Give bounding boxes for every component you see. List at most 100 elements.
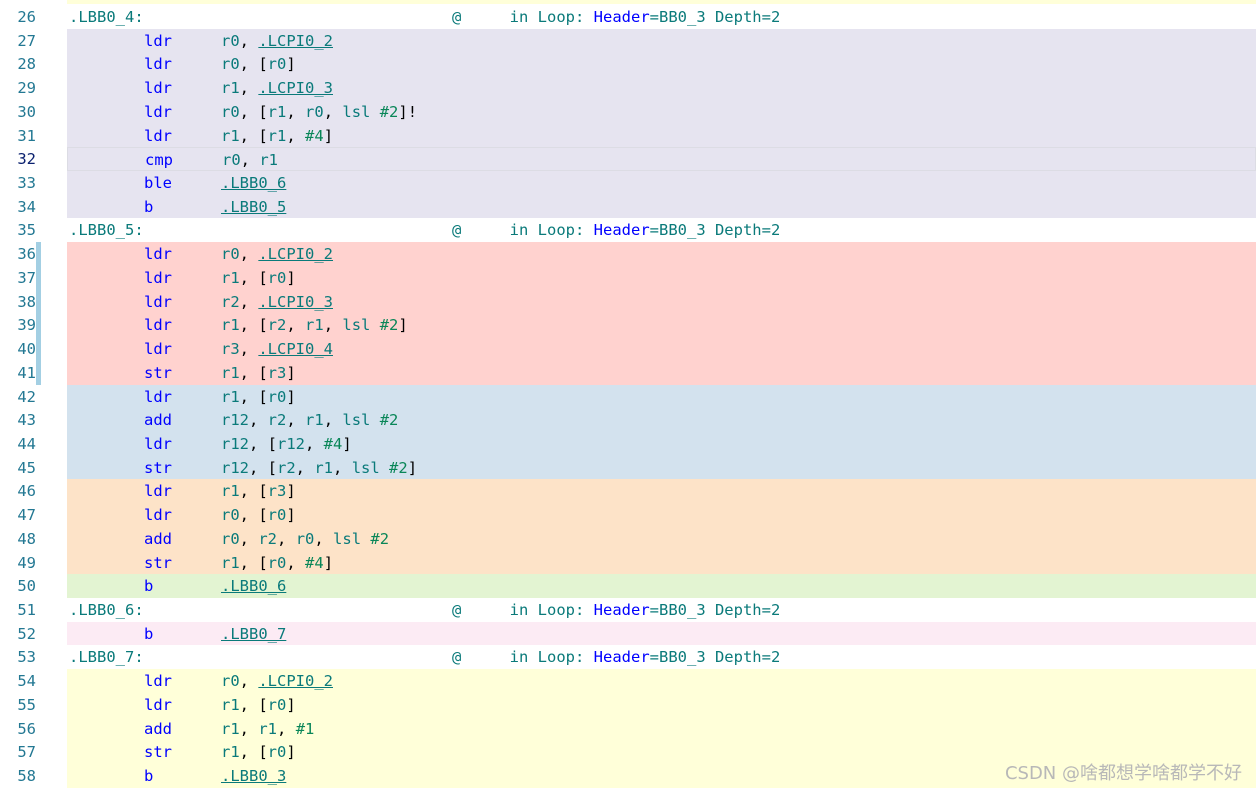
code-line-label[interactable]: 53 .LBB0_7: @ in Loop: Header=BB0_3 Depth=… (0, 645, 1256, 670)
code-text[interactable]: add r0, r2, r0, lsl #2 (67, 526, 1256, 551)
code-line[interactable]: 29 ldr r1, .LCPI0_3 (0, 76, 1256, 101)
code-line[interactable]: 46 ldr r1, [r3] (0, 479, 1256, 504)
register: r1 (259, 151, 279, 170)
code-text[interactable]: .LBB0_5: @ in Loop: Header=BB0_3 Depth=2 (67, 218, 1256, 243)
code-line-label[interactable]: 51 .LBB0_6: @ in Loop: Header=BB0_3 Depth=… (0, 598, 1256, 622)
label-reference-link[interactable]: .LCPI0_2 (258, 32, 333, 50)
label-reference-link[interactable]: .LBB0_3 (221, 767, 286, 785)
code-line-label[interactable]: 35 .LBB0_5: @ in Loop: Header=BB0_3 Depth=… (0, 218, 1256, 243)
label-reference-link[interactable]: .LBB0_5 (221, 198, 286, 216)
code-text[interactable]: ldr r1, [r0] (67, 384, 1256, 409)
code-line[interactable]: 42 ldr r1, [r0] (0, 384, 1256, 409)
code-line[interactable]: 37 ldr r1, [r0] (0, 265, 1256, 290)
code-text[interactable]: ble .LBB0_6 (67, 171, 1256, 196)
code-text[interactable]: ldr r1, [r2, r1, lsl #2] (67, 313, 1256, 338)
code-line[interactable]: 36 ldr r0, .LCPI0_2 (0, 242, 1256, 267)
code-line[interactable]: 43 add r12, r2, r1, lsl #2 (0, 408, 1256, 433)
code-text[interactable]: ldr r0, .LCPI0_2 (67, 669, 1256, 694)
code-line[interactable]: 41 str r1, [r3] (0, 360, 1256, 385)
code-text[interactable]: ldr r3, .LCPI0_4 (67, 337, 1256, 362)
code-line[interactable]: 52 b .LBB0_7 (0, 621, 1256, 646)
code-text[interactable]: .LBB0_6: @ in Loop: Header=BB0_3 Depth=2 (67, 598, 1256, 622)
label-reference-link[interactable]: .LCPI0_2 (258, 245, 333, 263)
label-reference-link[interactable]: .LCPI0_2 (258, 672, 333, 690)
label-reference-link[interactable]: .LCPI0_3 (258, 293, 333, 311)
code-line[interactable]: 56 add r1, r1, #1 (0, 716, 1256, 741)
code-text[interactable]: ldr r0, [r0] (67, 503, 1256, 528)
code-line[interactable]: 38 ldr r2, .LCPI0_3 (0, 289, 1256, 314)
punctuation (370, 103, 379, 121)
code-text[interactable]: b .LBB0_5 (67, 194, 1256, 219)
label-reference-link[interactable]: .LBB0_7 (221, 625, 286, 643)
code-text[interactable]: add r12, r2, r1, lsl #2 (67, 408, 1256, 433)
code-text[interactable]: b .LBB0_6 (67, 574, 1256, 599)
code-line[interactable]: 54 ldr r0, .LCPI0_2 (0, 669, 1256, 694)
line-number: 46 (17, 482, 36, 501)
punctuation: ] (323, 553, 334, 572)
code-text[interactable]: ldr r1, .LCPI0_3 (67, 76, 1256, 101)
punctuation: , [ (249, 434, 277, 453)
code-text[interactable]: ldr r12, [r12, #4] (67, 431, 1256, 456)
code-text[interactable]: str r12, [r2, r1, lsl #2] (67, 455, 1256, 480)
current-line-highlight[interactable]: cmp r0, r1 (67, 147, 1256, 172)
code-line[interactable]: 50 b .LBB0_6 (0, 574, 1256, 599)
label-reference-link[interactable]: .LCPI0_3 (258, 79, 333, 97)
code-text[interactable]: ldr r0, [r0] (67, 52, 1256, 77)
mnemonic: ldr (144, 672, 172, 691)
code-line[interactable]: 49 str r1, [r0, #4] (0, 550, 1256, 575)
code-line[interactable]: 45 str r12, [r2, r1, lsl #2] (0, 455, 1256, 480)
code-text[interactable]: str r1, [r0] (67, 740, 1256, 765)
register: r0 (267, 695, 287, 714)
code-line[interactable]: 57 str r1, [r0] (0, 740, 1256, 765)
code-line[interactable]: 31 ldr r1, [r1, #4] (0, 123, 1256, 148)
comment-text: =BB0_3 Depth=2 (649, 221, 781, 240)
code-line[interactable]: 28 ldr r0, [r0] (0, 52, 1256, 77)
code-text[interactable]: add r1, r1, #1 (67, 716, 1256, 741)
code-text[interactable]: .LBB0_4: @ in Loop: Header=BB0_3 Depth=2 (67, 5, 1256, 29)
gutter-change-marker (36, 242, 41, 267)
code-text[interactable]: str r1, [r3] (67, 360, 1256, 385)
code-line[interactable]: 27 ldr r0, .LCPI0_2 (0, 28, 1256, 53)
code-line[interactable]: 48 add r0, r2, r0, lsl #2 (0, 526, 1256, 551)
punctuation: , [ (239, 102, 268, 121)
mnemonic: ldr (144, 245, 172, 264)
code-line[interactable]: 47 ldr r0, [r0] (0, 503, 1256, 528)
code-line[interactable]: 34 b .LBB0_5 (0, 194, 1256, 219)
code-text[interactable]: ldr r0, .LCPI0_2 (67, 242, 1256, 267)
operands: r1, [r0, #4] (221, 551, 333, 575)
label-reference-link[interactable]: .LCPI0_4 (258, 340, 333, 358)
code-line[interactable]: 39 ldr r1, [r2, r1, lsl #2] (0, 313, 1256, 338)
code-line[interactable]: 44 ldr r12, [r12, #4] (0, 431, 1256, 456)
code-line[interactable]: 30 ldr r0, [r1, r0, lsl #2]! (0, 99, 1256, 124)
code-text[interactable]: ldr r1, [r3] (67, 479, 1256, 504)
code-text[interactable]: ldr r1, [r1, #4] (67, 123, 1256, 148)
punctuation: , (239, 245, 259, 264)
register: r0 (222, 151, 241, 170)
watermark: CSDN @啥都想学啥都学不好 (1004, 763, 1242, 784)
mnemonic: b (144, 197, 154, 216)
code-text[interactable]: ldr r1, [r0] (67, 692, 1256, 717)
code-text[interactable]: ldr r0, [r1, r0, lsl #2]! (67, 99, 1256, 124)
register: r0 (221, 102, 240, 121)
code-text[interactable]: str r1, [r0, #4] (67, 550, 1256, 575)
punctuation: , (314, 529, 334, 548)
code-line[interactable]: 33 ble .LBB0_6 (0, 171, 1256, 196)
label-reference-link[interactable]: .LBB0_6 (221, 174, 286, 192)
mnemonic: str (144, 743, 172, 762)
code-editor[interactable]: 26 .LBB0_4: @ in Loop: Header=BB0_3 Depth=… (0, 0, 1256, 793)
mnemonic: ldr (144, 506, 172, 525)
code-line[interactable]: 55 ldr r1, [r0] (0, 692, 1256, 717)
code-text[interactable]: ldr r2, .LCPI0_3 (67, 289, 1256, 314)
code-line-label[interactable]: 26 .LBB0_4: @ in Loop: Header=BB0_3 Depth=… (0, 5, 1256, 29)
code-text[interactable]: ldr r0, .LCPI0_2 (67, 28, 1256, 53)
line-number: 43 (17, 411, 36, 430)
code-line[interactable]: 32 cmp r0, r1 (0, 147, 1256, 172)
label-reference-link[interactable]: .LBB0_6 (221, 577, 286, 595)
code-text[interactable]: ldr r1, [r0] (67, 265, 1256, 290)
register: lsl (342, 316, 371, 335)
immediate: #4 (305, 553, 324, 572)
code-line[interactable]: 40 ldr r3, .LCPI0_4 (0, 337, 1256, 362)
code-text[interactable]: .LBB0_7: @ in Loop: Header=BB0_3 Depth=2 (67, 645, 1256, 670)
code-text[interactable]: b .LBB0_7 (67, 621, 1256, 646)
punctuation (361, 530, 370, 548)
